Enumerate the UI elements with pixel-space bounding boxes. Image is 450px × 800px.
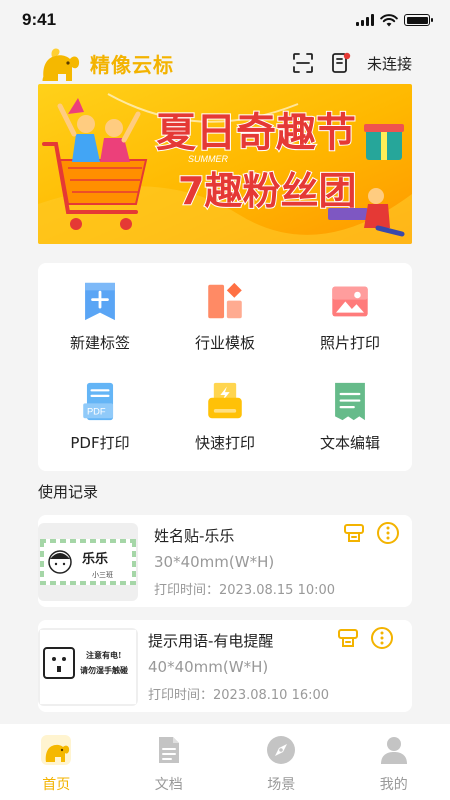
industry-template-icon <box>208 282 242 319</box>
banner-headline-1: 夏日奇趣节 <box>156 110 356 156</box>
thumb-subtext: 小三班 <box>92 570 113 579</box>
grid-label: 照片打印 <box>319 334 380 352</box>
nav-label: 我的 <box>379 777 408 793</box>
thumb-line2: 请勿湿手触碰 <box>80 665 128 675</box>
feature-grid: 新建标签 行业模板 照片打印 PDF PDF打印 快速打印 文本编辑 <box>38 263 412 471</box>
connection-status[interactable]: 未连接 <box>367 53 412 74</box>
quick-print-icon <box>208 382 242 419</box>
compass-icon <box>267 736 296 764</box>
label-thumbnail: 乐乐 小三班 <box>38 523 138 601</box>
banner-illustration: 夏日奇趣节 SUMMER 7趣粉丝团 <box>38 84 412 244</box>
text-edit-button[interactable]: 文本编辑 <box>288 363 412 453</box>
thumb-line1: 注意有电! <box>86 650 122 660</box>
bottom-nav: 首页 文档 场景 我的 <box>0 724 450 800</box>
pdf-print-button[interactable]: PDF PDF打印 <box>38 363 162 453</box>
svg-text:PDF: PDF <box>87 407 106 417</box>
grid-label: 行业模板 <box>194 334 255 352</box>
nav-label: 首页 <box>42 777 71 793</box>
pdf-print-icon: PDF <box>83 382 114 421</box>
printer-connection-icon[interactable] <box>329 51 353 75</box>
promo-banner[interactable]: 夏日奇趣节 SUMMER 7趣粉丝团 <box>38 84 412 244</box>
banner-headline-2: 7趣粉丝团 <box>178 169 356 213</box>
nav-label: 文档 <box>154 777 183 793</box>
record-size: 30*40mm(W*H) <box>154 553 275 571</box>
banner-small-text: SUMMER <box>188 154 228 164</box>
thumb-name: 乐乐 <box>82 551 108 567</box>
app-title: 精像云标 <box>90 52 174 77</box>
grid-label: PDF打印 <box>70 434 130 452</box>
more-options-icon[interactable] <box>370 626 394 650</box>
nav-home[interactable]: 首页 <box>0 724 113 800</box>
record-title: 提示用语-有电提醒 <box>148 632 274 650</box>
record-print-time: 打印时间：2023.08.10 16:00 <box>148 688 330 703</box>
battery-icon <box>404 14 433 26</box>
grid-label: 快速打印 <box>194 434 255 452</box>
quick-print-button[interactable]: 快速打印 <box>163 363 287 453</box>
record-print-time: 打印时间：2023.08.15 10:00 <box>154 583 336 598</box>
status-time: 9:41 <box>22 10 57 29</box>
industry-template-button[interactable]: 行业模板 <box>163 263 287 353</box>
user-icon <box>380 737 407 764</box>
text-edit-icon <box>335 382 365 421</box>
photo-print-icon <box>332 286 368 317</box>
print-icon[interactable] <box>336 626 360 650</box>
document-icon <box>158 737 179 763</box>
record-size: 40*40mm(W*H) <box>148 658 269 676</box>
nav-documents[interactable]: 文档 <box>113 724 226 800</box>
wifi-icon <box>380 13 398 26</box>
signal-icon <box>356 14 374 26</box>
status-bar: 9:41 <box>0 0 450 40</box>
new-label-icon <box>85 282 115 321</box>
header-actions: 未连接 <box>291 51 412 75</box>
scan-icon[interactable] <box>291 51 315 75</box>
status-icons <box>356 13 433 27</box>
grid-label: 新建标签 <box>69 334 130 352</box>
new-label-button[interactable]: 新建标签 <box>38 263 162 353</box>
print-icon[interactable] <box>342 521 366 545</box>
more-options-icon[interactable] <box>376 521 400 545</box>
label-thumbnail: 注意有电! 请勿湿手触碰 <box>38 628 138 706</box>
history-record[interactable]: 乐乐 小三班 姓名贴-乐乐 30*40mm(W*H) 打印时间：2023.08.… <box>38 515 412 607</box>
nav-profile[interactable]: 我的 <box>338 724 450 800</box>
usage-history-title: 使用记录 <box>38 483 99 501</box>
photo-print-button[interactable]: 照片打印 <box>288 263 412 353</box>
home-elephant-icon <box>41 735 72 765</box>
grid-label: 文本编辑 <box>319 434 380 452</box>
elephant-logo-icon <box>42 48 80 82</box>
record-title: 姓名贴-乐乐 <box>154 527 235 545</box>
app-header: 精像云标 未连接 <box>0 40 450 86</box>
history-record[interactable]: 注意有电! 请勿湿手触碰 提示用语-有电提醒 40*40mm(W*H) 打印时间… <box>38 620 412 712</box>
nav-label: 场景 <box>267 777 296 793</box>
nav-scenes[interactable]: 场景 <box>225 724 338 800</box>
